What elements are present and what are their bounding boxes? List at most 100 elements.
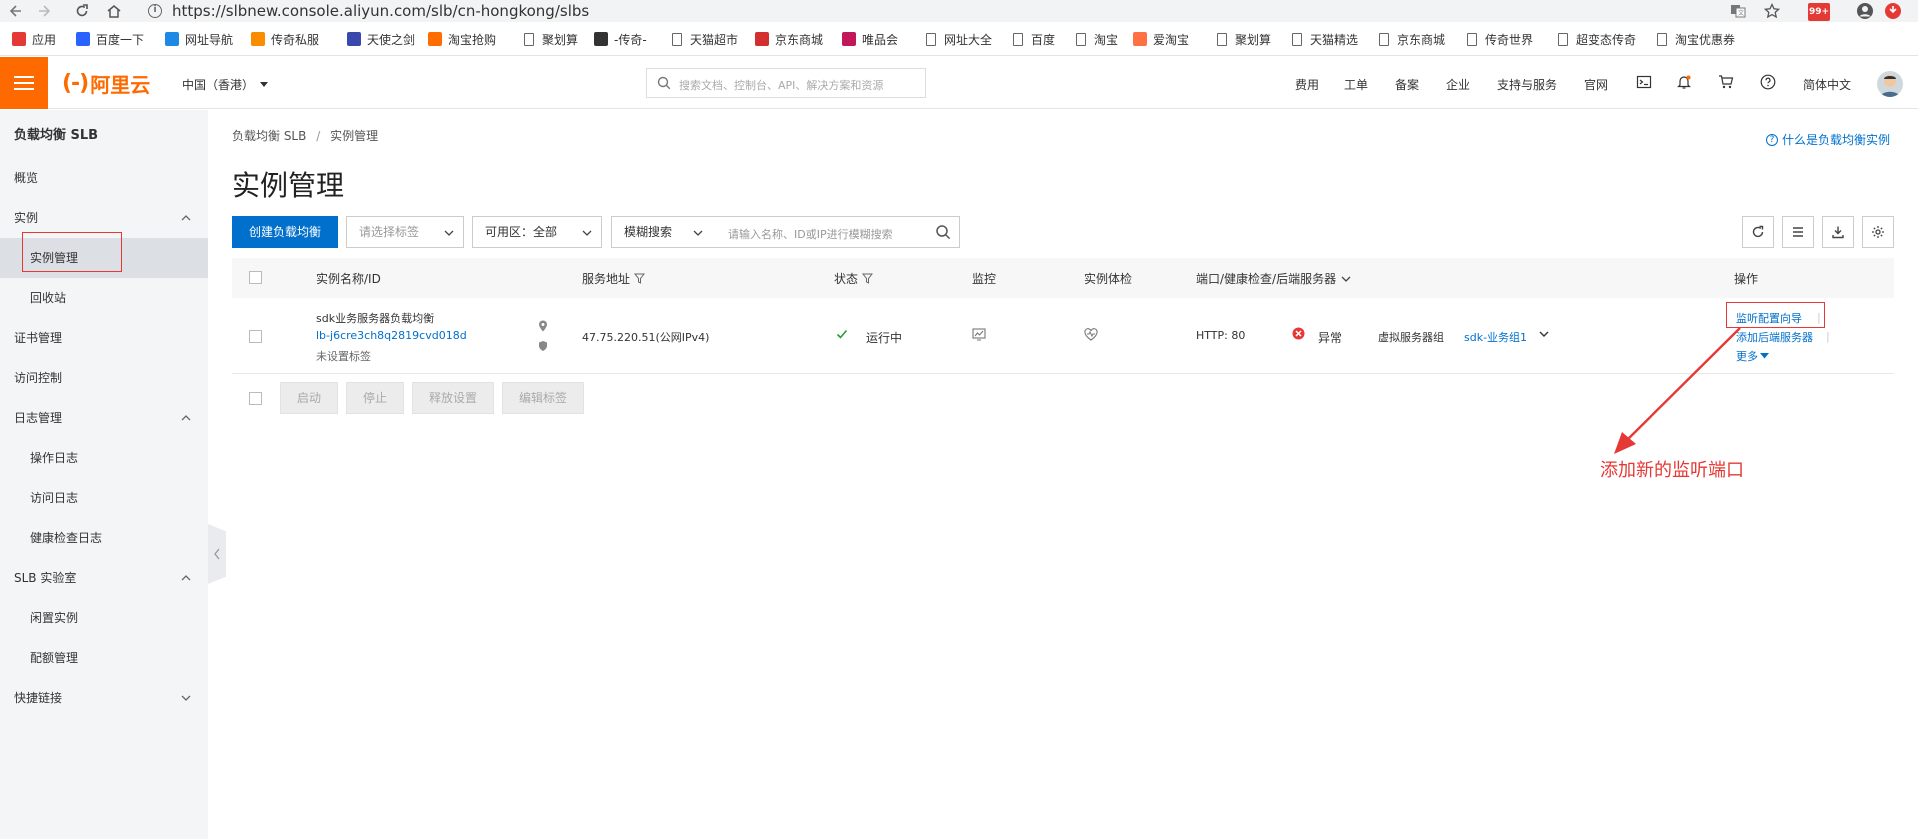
nav-billing[interactable]: 费用 bbox=[1295, 76, 1319, 93]
bookmark-item[interactable]: 爱淘宝 bbox=[1133, 31, 1189, 47]
export-button[interactable] bbox=[1822, 216, 1854, 248]
terminal-icon[interactable] bbox=[1636, 74, 1652, 90]
bookmark-item[interactable]: 淘宝抢购 bbox=[428, 31, 496, 47]
bookmark-item[interactable]: 天猫超市 bbox=[670, 31, 738, 47]
col-status[interactable]: 状态 bbox=[834, 270, 874, 287]
language-switch[interactable]: 简体中文 bbox=[1803, 76, 1851, 93]
info-icon[interactable]: i bbox=[148, 4, 162, 18]
row-checkbox[interactable] bbox=[249, 330, 262, 343]
batch-select-checkbox[interactable] bbox=[249, 392, 262, 405]
sidebar-collapse-handle[interactable] bbox=[208, 524, 226, 584]
cart-icon[interactable] bbox=[1718, 74, 1734, 90]
sidebar-item-quota[interactable]: 配额管理 bbox=[0, 638, 208, 678]
shield-icon[interactable] bbox=[538, 340, 548, 352]
menu-icon[interactable] bbox=[0, 57, 48, 109]
bookmark-label: 百度 bbox=[1031, 32, 1056, 47]
edit-tags-button[interactable]: 编辑标签 bbox=[502, 382, 584, 414]
bookmark-item[interactable]: 超变态传奇 bbox=[1556, 31, 1636, 47]
sidebar-item-certificates[interactable]: 证书管理 bbox=[0, 318, 208, 358]
sidebar-item-recycle-bin[interactable]: 回收站 bbox=[0, 278, 208, 318]
bookmark-item[interactable]: 淘宝优惠券 bbox=[1655, 31, 1735, 47]
bookmark-item[interactable]: 网址大全 bbox=[924, 31, 992, 47]
sidebar-item-quick-links[interactable]: 快捷链接 bbox=[0, 678, 208, 718]
bookmark-item[interactable]: 网址导航 bbox=[165, 31, 233, 47]
sidebar-item-log-management[interactable]: 日志管理 bbox=[0, 398, 208, 438]
bell-icon[interactable] bbox=[1676, 74, 1692, 90]
nav-official-site[interactable]: 官网 bbox=[1584, 76, 1608, 93]
server-group-link[interactable]: sdk-业务组1 bbox=[1464, 329, 1527, 345]
sidebar-item-overview[interactable]: 概览 bbox=[0, 158, 208, 198]
chevron-up-icon bbox=[180, 412, 192, 424]
nav-support[interactable]: 支持与服务 bbox=[1497, 76, 1557, 93]
bookmark-star-icon[interactable] bbox=[1764, 0, 1780, 22]
sidebar-item-access-log[interactable]: 访问日志 bbox=[0, 478, 208, 518]
aliyun-logo[interactable]: (-) 阿里云 bbox=[62, 71, 150, 97]
help-link[interactable]: ? 什么是负载均衡实例 bbox=[1766, 131, 1890, 148]
col-port-health-backend[interactable]: 端口/健康检查/后端服务器 bbox=[1196, 270, 1352, 287]
avatar[interactable] bbox=[1877, 71, 1903, 97]
column-settings-button[interactable] bbox=[1782, 216, 1814, 248]
refresh-button[interactable] bbox=[1742, 216, 1774, 248]
sidebar-item-slb-lab[interactable]: SLB 实验室 bbox=[0, 558, 208, 598]
col-address[interactable]: 服务地址 bbox=[582, 270, 646, 287]
help-icon[interactable] bbox=[1760, 74, 1776, 90]
search-mode-select[interactable]: 模糊搜索 bbox=[611, 216, 713, 248]
bookmark-item[interactable]: 京东商城 bbox=[1377, 31, 1445, 47]
start-button[interactable]: 启动 bbox=[280, 382, 338, 414]
annotation-arrow-icon bbox=[1614, 327, 1741, 454]
search-icon[interactable] bbox=[935, 224, 951, 240]
bookmark-item[interactable]: 京东商城 bbox=[755, 31, 823, 47]
bookmark-item[interactable]: -传奇- bbox=[594, 31, 647, 47]
bookmark-item[interactable]: 百度 bbox=[1011, 31, 1055, 47]
sidebar-item-idle-instances[interactable]: 闲置实例 bbox=[0, 598, 208, 638]
create-slb-button[interactable]: 创建负载均衡 bbox=[232, 216, 338, 248]
location-pin-icon[interactable] bbox=[538, 320, 548, 332]
settings-button[interactable] bbox=[1862, 216, 1894, 248]
heartbeat-icon[interactable] bbox=[1084, 328, 1098, 341]
nav-ticket[interactable]: 工单 bbox=[1344, 76, 1368, 93]
page-icon bbox=[1076, 32, 1086, 46]
back-icon[interactable] bbox=[6, 1, 26, 21]
bookmark-item[interactable]: 百度一下 bbox=[76, 31, 144, 47]
bookmark-item[interactable]: 聚划算 bbox=[522, 31, 578, 47]
release-settings-button[interactable]: 释放设置 bbox=[412, 382, 494, 414]
translate-icon[interactable]: 文 bbox=[1730, 0, 1746, 22]
bookmark-item[interactable]: 天猫精选 bbox=[1290, 31, 1358, 47]
chevron-down-icon[interactable] bbox=[1538, 328, 1550, 340]
sidebar-item-health-check-log[interactable]: 健康检查日志 bbox=[0, 518, 208, 558]
tag-select[interactable]: 请选择标签 bbox=[346, 216, 464, 248]
instance-id-link[interactable]: lb-j6cre3ch8q2819cvd018d bbox=[316, 329, 467, 342]
listener-port: HTTP: 80 bbox=[1196, 329, 1246, 342]
select-all-checkbox[interactable] bbox=[249, 271, 262, 284]
bookmark-item[interactable]: 传奇私服 bbox=[251, 31, 319, 47]
bookmark-item[interactable]: 应用 bbox=[12, 31, 56, 47]
bookmark-item[interactable]: 淘宝 bbox=[1074, 31, 1118, 47]
region-selector[interactable]: 中国（香港） bbox=[182, 76, 269, 93]
nav-icp[interactable]: 备案 bbox=[1395, 76, 1419, 93]
bookmark-item[interactable]: 传奇世界 bbox=[1465, 31, 1533, 47]
sidebar-title: 负载均衡 SLB bbox=[14, 128, 99, 143]
bookmarks-bar: 应用 百度一下 网址导航 传奇私服 天使之剑 淘宝抢购 聚划算 -传奇- 天猫超市 京东商城 唯品会… bbox=[0, 22, 1918, 56]
breadcrumb-root[interactable]: 负载均衡 SLB bbox=[232, 129, 306, 143]
bookmark-label: 聚划算 bbox=[1235, 32, 1272, 47]
monitor-chart-icon[interactable] bbox=[972, 328, 986, 341]
zone-select[interactable]: 可用区：全部 bbox=[472, 216, 602, 248]
col-label: 端口/健康检查/后端服务器 bbox=[1196, 272, 1337, 286]
address-bar[interactable]: i https://slbnew.console.aliyun.com/slb/… bbox=[140, 1, 1740, 21]
reload-icon[interactable] bbox=[72, 1, 92, 21]
profile-icon[interactable] bbox=[1856, 0, 1874, 22]
forward-icon[interactable] bbox=[34, 1, 54, 21]
bookmark-item[interactable]: 聚划算 bbox=[1215, 31, 1271, 47]
instance-search-input[interactable]: 请输入名称、ID或IP进行模糊搜索 bbox=[712, 216, 960, 248]
home-icon[interactable] bbox=[104, 1, 124, 21]
sidebar-item-operation-log[interactable]: 操作日志 bbox=[0, 438, 208, 478]
bookmark-item[interactable]: 天使之剑 bbox=[347, 31, 415, 47]
global-search-input[interactable]: 搜索文档、控制台、API、解决方案和资源 bbox=[646, 68, 926, 98]
filter-icon[interactable] bbox=[862, 273, 874, 284]
update-alert-icon[interactable] bbox=[1884, 0, 1902, 22]
bookmark-item[interactable]: 唯品会 bbox=[842, 31, 898, 47]
stop-button[interactable]: 停止 bbox=[346, 382, 404, 414]
nav-enterprise[interactable]: 企业 bbox=[1446, 76, 1470, 93]
filter-icon[interactable] bbox=[634, 273, 646, 284]
sidebar-item-access-control[interactable]: 访问控制 bbox=[0, 358, 208, 398]
